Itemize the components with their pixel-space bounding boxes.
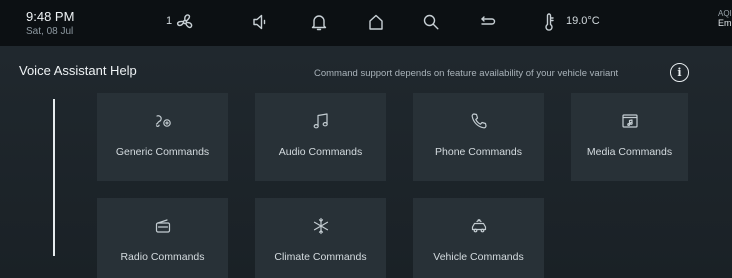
tile-media-commands[interactable]: Media Commands — [571, 93, 688, 181]
tile-phone-commands[interactable]: Phone Commands — [413, 93, 544, 181]
feature-availability-notice: Command support depends on feature avail… — [314, 68, 619, 79]
snowflake-icon — [311, 215, 331, 237]
temperature-readout[interactable]: 19.0°C — [566, 15, 600, 27]
tile-label: Phone Commands — [435, 146, 522, 158]
volume-icon[interactable] — [250, 11, 272, 33]
clock: 9:48 PM Sat, 08 Jul — [26, 10, 74, 37]
tile-label: Generic Commands — [115, 146, 210, 158]
thermometer-icon — [538, 11, 560, 33]
edge-label-bottom: Em — [718, 17, 732, 28]
music-note-icon — [311, 110, 331, 132]
tile-audio-commands[interactable]: Audio Commands — [255, 93, 386, 181]
tile-climate-commands[interactable]: Climate Commands — [255, 198, 386, 278]
tile-vehicle-commands[interactable]: Vehicle Commands — [413, 198, 544, 278]
phone-icon — [469, 110, 489, 132]
return-icon[interactable] — [476, 11, 498, 33]
fan-level: 1 — [166, 15, 173, 27]
tile-label: Media Commands — [586, 146, 673, 158]
tile-label: Audio Commands — [278, 146, 363, 158]
info-icon: i — [677, 66, 682, 79]
search-icon[interactable] — [420, 11, 442, 33]
scroll-indicator[interactable] — [53, 99, 55, 256]
tile-label: Climate Commands — [274, 251, 367, 263]
tile-radio-commands[interactable]: Radio Commands — [97, 198, 228, 278]
home-icon[interactable] — [365, 11, 387, 33]
tile-label: Vehicle Commands — [433, 251, 524, 263]
tile-generic-commands[interactable]: Generic Commands — [97, 93, 228, 181]
voice-command-icon — [153, 110, 173, 132]
radio-icon — [153, 215, 173, 237]
voice-assistant-help-screen: 9:48 PM Sat, 08 Jul 1 19.0°C AQI Em Voic… — [0, 0, 732, 278]
bell-icon[interactable] — [308, 11, 330, 33]
media-folder-icon — [620, 110, 640, 132]
page-title: Voice Assistant Help — [19, 63, 137, 78]
tile-label: Radio Commands — [120, 251, 205, 263]
status-bar: 9:48 PM Sat, 08 Jul 1 19.0°C AQI Em — [0, 0, 732, 46]
edge-status[interactable]: AQI Em — [718, 9, 732, 29]
clock-time: 9:48 PM — [26, 9, 75, 24]
vehicle-icon — [469, 215, 489, 237]
info-button[interactable]: i — [670, 63, 689, 82]
fan-icon[interactable] — [174, 11, 196, 33]
clock-date: Sat, 08 Jul — [26, 26, 74, 37]
